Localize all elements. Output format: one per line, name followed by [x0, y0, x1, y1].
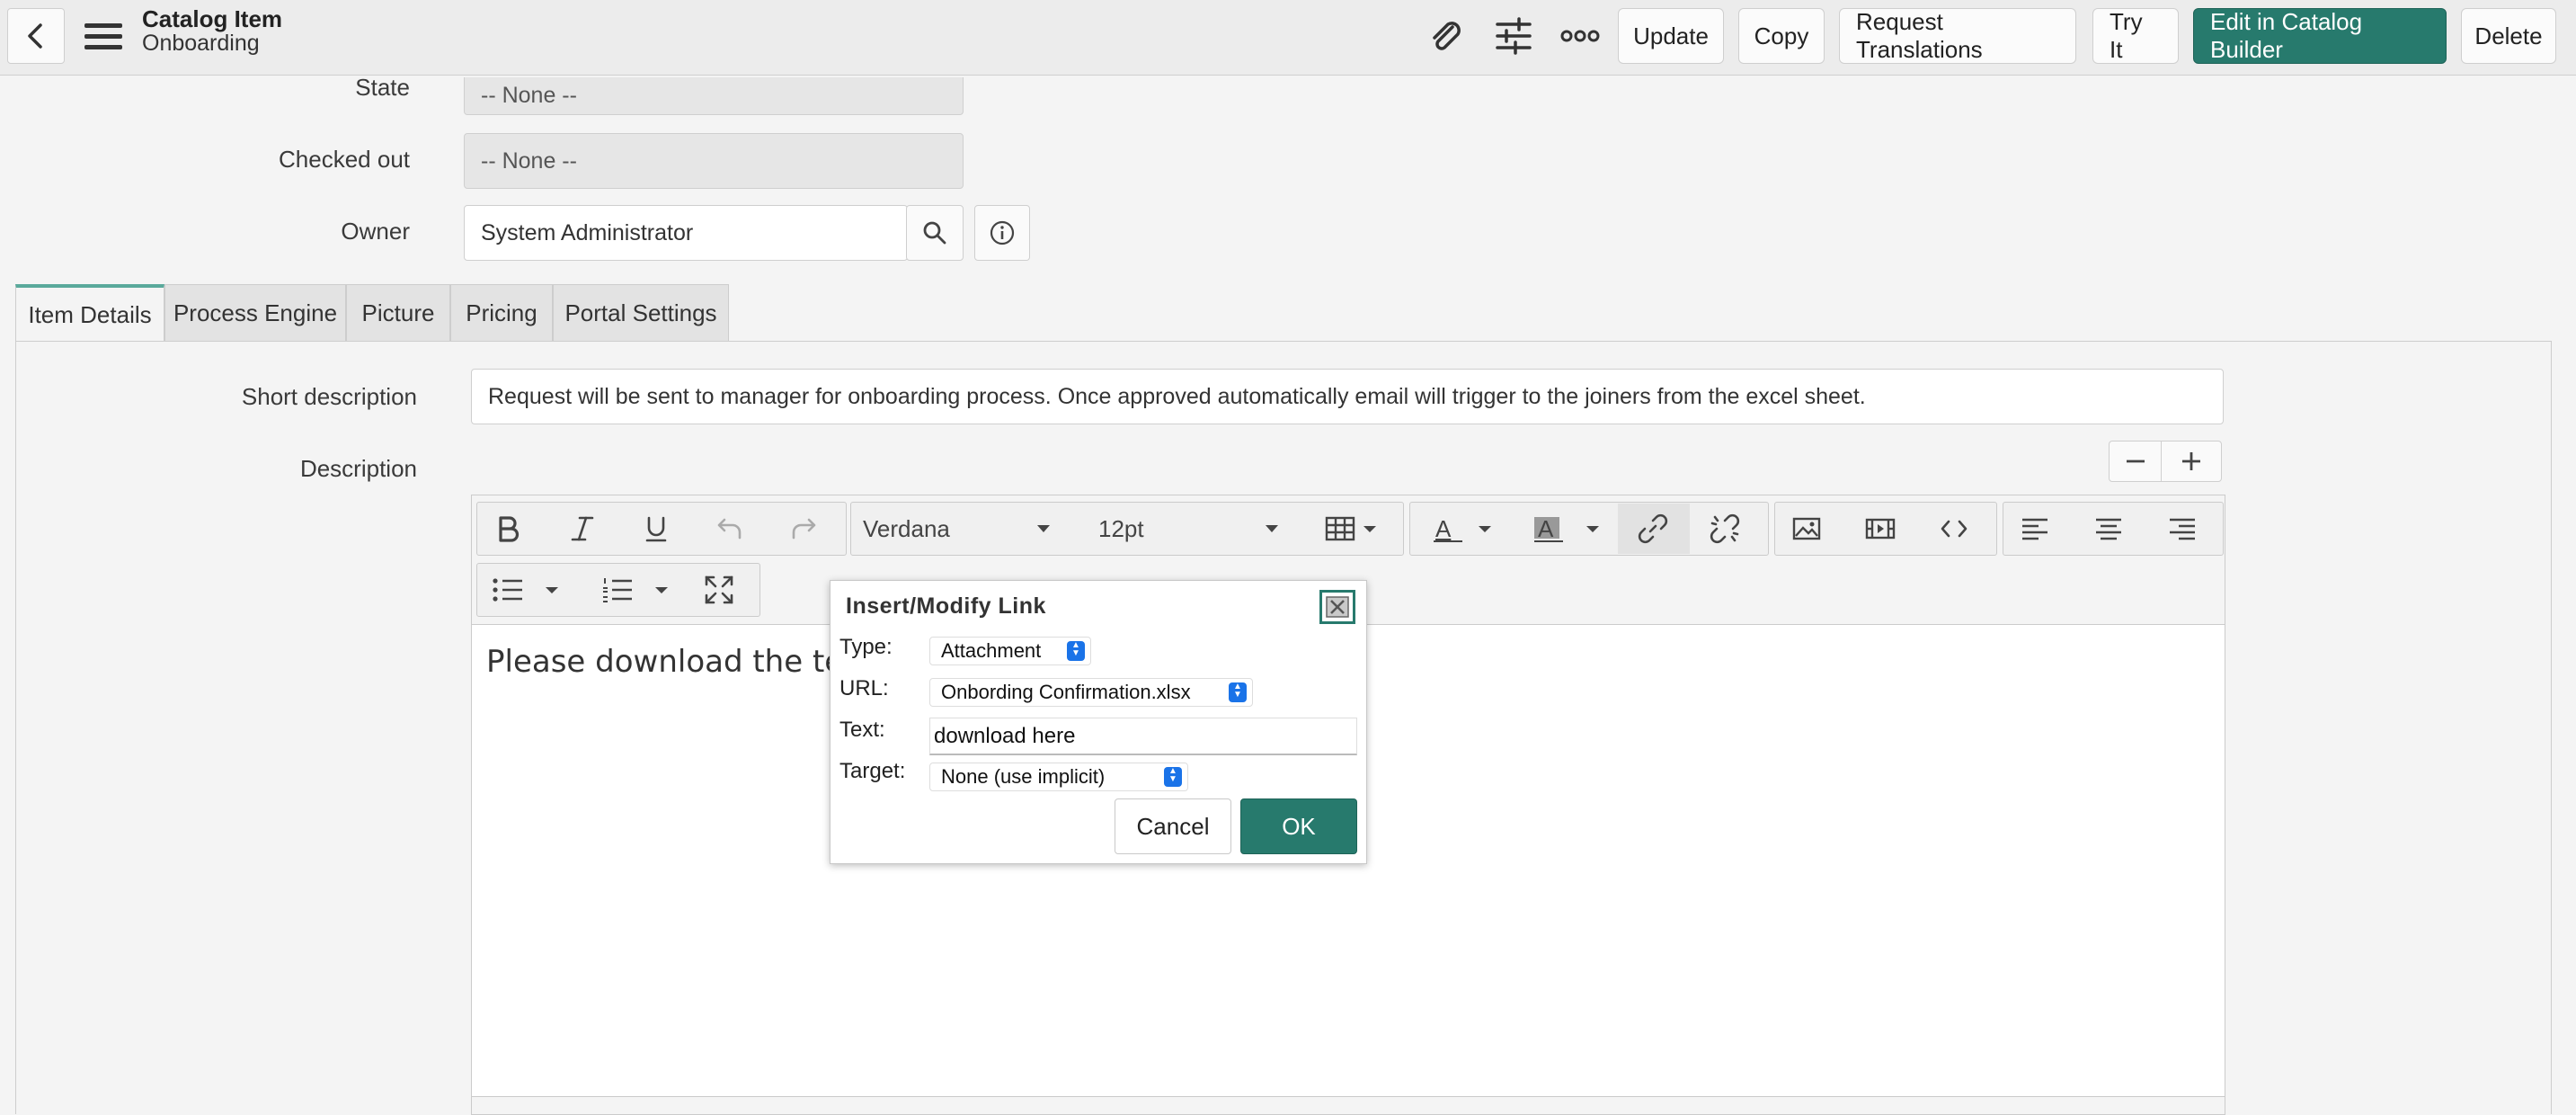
select-spinner-icon: ▲ ▼: [1164, 767, 1182, 787]
target-value: None (use implicit): [941, 765, 1106, 788]
info-icon: [990, 220, 1015, 245]
unlink-icon[interactable]: [1701, 507, 1749, 550]
dialog-close-button[interactable]: [1319, 590, 1355, 624]
close-icon: [1326, 596, 1349, 618]
tab-item-details[interactable]: Item Details: [15, 284, 164, 342]
dialog-ok-button[interactable]: OK: [1240, 798, 1357, 854]
editor-content-text: Please download the ter: [486, 644, 857, 680]
font-family-value: Verdana: [863, 514, 950, 542]
link-text-value: download here: [934, 723, 1076, 748]
redo-icon[interactable]: [782, 507, 825, 550]
checked-out-label: Checked out: [279, 146, 410, 173]
edit-in-catalog-builder-button[interactable]: Edit in Catalog Builder: [2193, 8, 2447, 64]
short-description-label: Short description: [241, 383, 417, 410]
select-spinner-icon: ▲ ▼: [1067, 641, 1085, 661]
try-it-button[interactable]: Try It: [2092, 8, 2179, 64]
record-title: Catalog Item: [142, 5, 283, 32]
more-options-icon[interactable]: [1560, 25, 1600, 47]
font-size-value: 12pt: [1098, 514, 1144, 542]
request-translations-button[interactable]: Request Translations: [1839, 8, 2076, 64]
plus-icon: [2182, 452, 2200, 470]
background-color-icon[interactable]: A: [1528, 507, 1603, 550]
align-right-icon[interactable]: [2161, 507, 2204, 550]
owner-info-button[interactable]: [974, 205, 1030, 261]
delete-button[interactable]: Delete: [2461, 8, 2556, 64]
short-description-field[interactable]: Request will be sent to manager for onbo…: [471, 369, 2224, 424]
url-label: URL:: [839, 676, 889, 700]
update-button[interactable]: Update: [1618, 8, 1724, 64]
italic-icon[interactable]: [561, 507, 604, 550]
state-field: -- None --: [464, 77, 964, 115]
chevron-down-icon: [1266, 525, 1278, 532]
source-code-icon[interactable]: [1932, 507, 1976, 550]
text-label: Text:: [839, 718, 885, 742]
sliders-icon[interactable]: [1494, 16, 1533, 56]
align-center-icon[interactable]: [2087, 507, 2130, 550]
minus-icon: [2127, 459, 2145, 463]
copy-button[interactable]: Copy: [1738, 8, 1825, 64]
type-value: Attachment: [941, 639, 1042, 662]
bullet-list-icon[interactable]: [487, 568, 568, 611]
expand-button[interactable]: [2161, 441, 2222, 482]
link-icon[interactable]: [1629, 507, 1677, 550]
select-spinner-icon: ▲ ▼: [1229, 682, 1247, 702]
collapse-button[interactable]: [2109, 441, 2163, 482]
fullscreen-icon[interactable]: [697, 568, 741, 611]
search-icon: [923, 221, 946, 245]
font-size-select[interactable]: 12pt: [1098, 507, 1296, 550]
table-icon[interactable]: [1319, 507, 1382, 550]
dialog-title: Insert/Modify Link: [846, 593, 1046, 619]
svg-text:A: A: [1538, 515, 1554, 542]
svg-text:A: A: [1435, 515, 1452, 542]
hamburger-menu-icon[interactable]: [84, 22, 122, 52]
checked-out-field: -- None --: [464, 133, 964, 189]
tab-portal-settings[interactable]: Portal Settings: [553, 284, 729, 342]
link-text-input[interactable]: download here: [929, 718, 1357, 755]
align-left-icon[interactable]: [2013, 507, 2056, 550]
underline-icon[interactable]: [635, 507, 678, 550]
url-value: Onbording Confirmation.xlsx: [941, 681, 1191, 703]
target-select[interactable]: None (use implicit) ▲ ▼: [929, 763, 1188, 791]
chevron-down-icon: [1037, 525, 1050, 532]
numbered-list-icon[interactable]: [597, 568, 678, 611]
back-arrow-icon: [28, 23, 42, 49]
tab-picture[interactable]: Picture: [346, 284, 450, 342]
paperclip-icon[interactable]: [1426, 16, 1465, 56]
type-label: Type:: [839, 635, 893, 659]
dialog-cancel-button[interactable]: Cancel: [1115, 798, 1231, 854]
bold-icon[interactable]: [487, 507, 530, 550]
url-select[interactable]: Onbording Confirmation.xlsx ▲ ▼: [929, 678, 1253, 707]
text-color-icon[interactable]: A: [1426, 507, 1497, 550]
record-subtitle: Onboarding: [142, 31, 260, 56]
state-label: State: [355, 74, 410, 101]
font-family-select[interactable]: Verdana: [863, 507, 1061, 550]
image-icon[interactable]: [1785, 507, 1828, 550]
owner-field[interactable]: System Administrator: [464, 205, 908, 261]
description-label: Description: [299, 455, 417, 482]
back-button[interactable]: [7, 8, 65, 64]
owner-label: Owner: [341, 218, 410, 245]
type-select[interactable]: Attachment ▲ ▼: [929, 637, 1091, 665]
tab-process-engine[interactable]: Process Engine: [164, 284, 346, 342]
video-icon[interactable]: [1859, 507, 1902, 550]
app-header: Catalog Item Onboarding Update Copy Requ…: [0, 0, 2576, 76]
tab-pricing[interactable]: Pricing: [450, 284, 553, 342]
owner-lookup-button[interactable]: [906, 205, 964, 261]
undo-icon[interactable]: [708, 507, 751, 550]
target-label: Target:: [839, 759, 906, 783]
